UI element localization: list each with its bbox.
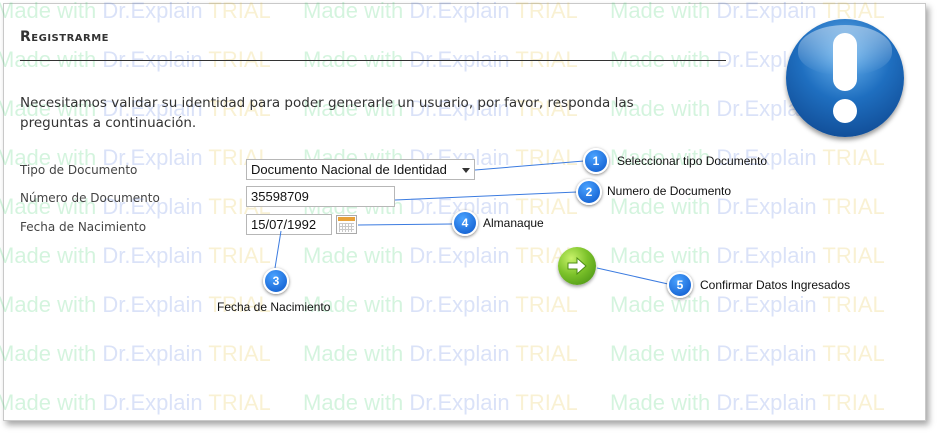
callout-line-1 (474, 160, 585, 171)
callout-line-4 (357, 223, 453, 226)
callout-line-2 (394, 191, 578, 201)
callout-text-4: Almanaque (483, 216, 544, 230)
callout-line-5 (596, 267, 669, 285)
callout-badge-1: 1 (583, 148, 609, 174)
callout-badge-5: 5 (667, 272, 693, 298)
callout-badge-3: 3 (263, 268, 289, 294)
callout-text-1: Seleccionar tipo Documento (617, 154, 768, 168)
callout-badge-4: 4 (452, 210, 478, 236)
callout-text-2: Numero de Documento (607, 184, 732, 198)
callout-badge-2: 2 (576, 179, 602, 205)
callout-text-3: Fecha de Nacimiento (217, 300, 331, 314)
callout-line-3 (274, 230, 282, 269)
callout-text-5: Confirmar Datos Ingresados (700, 278, 851, 292)
